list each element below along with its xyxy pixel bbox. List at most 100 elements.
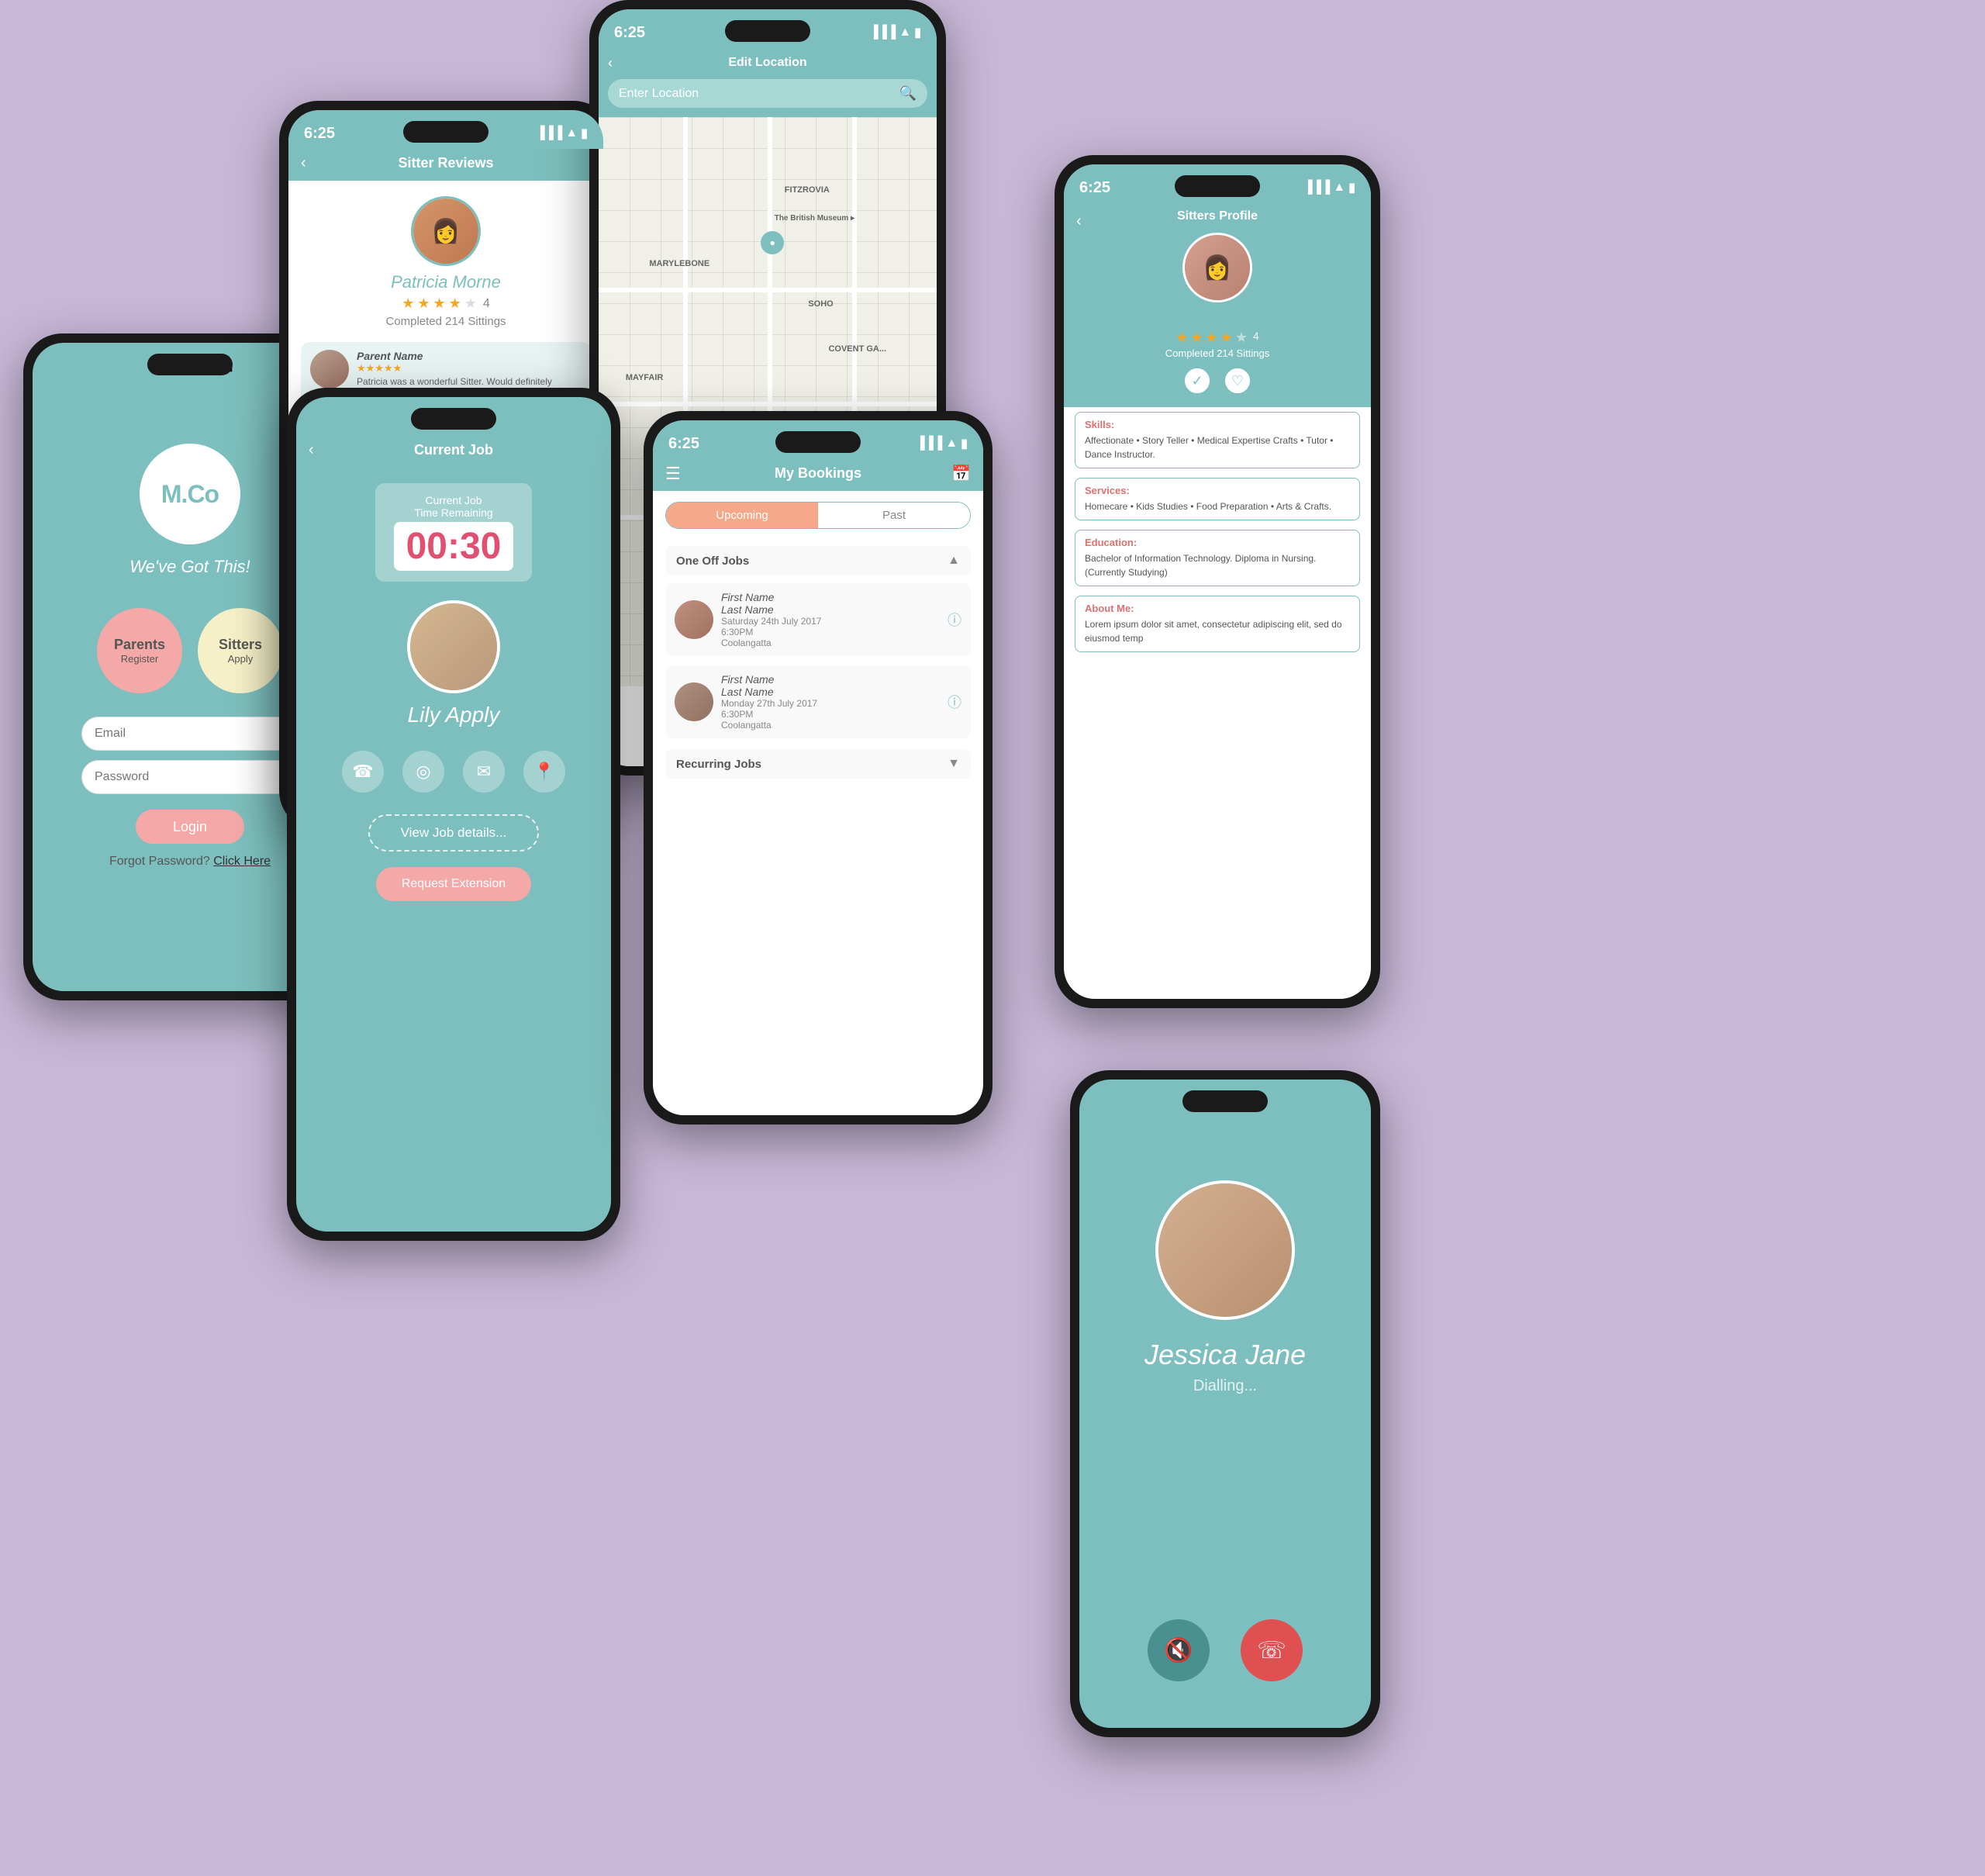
calling-avatar (1155, 1180, 1295, 1320)
timer-label: Current JobTime Remaining (394, 494, 514, 519)
click-here-link[interactable]: Click Here (213, 855, 271, 868)
status-icons-profile: ▐▐▐ ▲ ▮ (1303, 180, 1355, 195)
map-label-soho: SOHO (808, 299, 833, 309)
booking-date-2: Monday 27th July 2017 (721, 698, 940, 709)
map-label-museum: The British Museum ▸ (775, 214, 854, 223)
notch-map (725, 20, 810, 42)
sitter-profile-section: 👩 Patricia Morne ★ ★ ★ ★ ★ 4 Completed 2… (288, 181, 603, 336)
parents-register-button[interactable]: Parents Register (97, 608, 182, 693)
battery-icon-p: ▮ (1348, 180, 1355, 195)
status-time-map: 6:25 (614, 24, 645, 42)
completed-sittings: Completed 214 Sittings (385, 315, 506, 328)
phone-icon-btn[interactable]: ☎ (342, 751, 384, 793)
wifi-icon-m: ▲ (899, 26, 911, 40)
profile-completed: Completed 214 Sittings (1165, 347, 1269, 359)
phone-profile: 6:25 ▐▐▐ ▲ ▮ ‹ Sitters Profile 👩 Patrici… (1055, 155, 1380, 1008)
upcoming-tab[interactable]: Upcoming (666, 503, 818, 528)
location-search-row[interactable]: Enter Location 🔍 (608, 79, 927, 108)
job-top-bar: ‹ Current Job (296, 436, 611, 468)
about-title: About Me: (1085, 603, 1350, 614)
pin-icon-btn[interactable]: 📍 (523, 751, 565, 793)
location-icon-btn[interactable]: ◎ (402, 751, 444, 793)
battery-icon-r: ▮ (581, 126, 588, 141)
review-stars-1: ★★★★★ (357, 362, 582, 375)
past-tab[interactable]: Past (818, 503, 970, 528)
calendar-icon[interactable]: 📅 (951, 464, 971, 483)
message-icon-btn[interactable]: ✉ (463, 751, 505, 793)
profile-rating: ★ ★ ★ ★ ★ 4 (1175, 330, 1259, 346)
back-icon[interactable]: ‹ (301, 154, 306, 172)
reviews-top-bar: ‹ Sitter Reviews (288, 149, 603, 181)
map-back-icon[interactable]: ‹ (608, 55, 613, 71)
rating-row: ★ ★ ★ ★ ★ 4 (402, 295, 490, 312)
mute-button[interactable]: 🔇 (1148, 1619, 1210, 1681)
profile-header-title: Sitters Profile (1177, 209, 1258, 223)
password-field[interactable] (81, 760, 299, 794)
star-1: ★ (402, 295, 414, 312)
profile-verifications: ✓ ♡ (1183, 367, 1251, 395)
bookings-screen: 6:25 ▐▐▐ ▲ ▮ ☰ My Bookings 📅 Upcoming Pa… (653, 420, 983, 1115)
booking-name-1: First NameLast Name (721, 591, 940, 616)
status-icons-reviews: ▐▐▐ ▲ ▮ (536, 126, 588, 141)
profile-back-icon[interactable]: ‹ (1076, 212, 1082, 230)
call-actions: 🔇 ☏ (1148, 1619, 1303, 1681)
caller-name: Jessica Jane (1144, 1339, 1306, 1371)
login-button[interactable]: Login (136, 810, 244, 844)
skills-title: Skills: (1085, 419, 1350, 430)
booking-info-icon-2[interactable]: ⓘ (948, 692, 961, 712)
phone-bookings-inner: 6:25 ▐▐▐ ▲ ▮ ☰ My Bookings 📅 Upcoming Pa… (653, 420, 983, 1115)
booking-location-1: Coolangatta (721, 637, 940, 648)
bookings-tabs: Upcoming Past (665, 502, 971, 529)
calling-screen: 6:25 ▐▐▐ ▲ ▮ Jessica Jane Dialling... 🔇 … (1079, 1080, 1371, 1728)
phone-calling-inner: 6:25 ▐▐▐ ▲ ▮ Jessica Jane Dialling... 🔇 … (1079, 1080, 1371, 1728)
bookings-title: My Bookings (775, 465, 861, 482)
phone-bookings: 6:25 ▐▐▐ ▲ ▮ ☰ My Bookings 📅 Upcoming Pa… (644, 411, 992, 1125)
check-icon-1: ✓ (1183, 367, 1211, 395)
role-buttons: Parents Register Sitters Apply (97, 608, 283, 693)
email-field[interactable] (81, 717, 299, 751)
services-text: Homecare • Kids Studies • Food Preparati… (1085, 499, 1350, 513)
one-off-toggle-icon[interactable]: ▲ (948, 554, 960, 568)
profile-sitter-name: Patricia Morne (1168, 309, 1268, 326)
forgot-password-text: Forgot Password? Click Here (109, 855, 271, 869)
profile-header: ‹ Sitters Profile 👩 Patricia Morne ★ ★ ★… (1064, 203, 1371, 407)
services-title: Services: (1085, 485, 1350, 496)
map-top-row: ‹ Edit Location (608, 53, 927, 73)
one-off-section-header[interactable]: One Off Jobs ▲ (665, 546, 971, 575)
request-extension-button[interactable]: Request Extension (376, 867, 531, 901)
booking-time-2: 6:30PM (721, 709, 940, 720)
pstar-4: ★ (1220, 330, 1233, 346)
booking-info-icon-1[interactable]: ⓘ (948, 610, 961, 630)
sitter-avatar: 👩 (411, 196, 481, 266)
about-text: Lorem ipsum dolor sit amet, consectetur … (1085, 617, 1350, 645)
view-details-button[interactable]: View Job details... (368, 814, 539, 852)
map-search-bar: ‹ Edit Location Enter Location 🔍 (599, 48, 937, 117)
job-back-icon[interactable]: ‹ (309, 441, 314, 459)
map-label-marylebone: MARYLEBONE (649, 259, 709, 268)
sitters-apply-button[interactable]: Sitters Apply (198, 608, 283, 693)
menu-icon[interactable]: ☰ (665, 464, 681, 484)
job-title: Current Job (414, 442, 493, 458)
notch-calling (1182, 1090, 1268, 1112)
recurring-section-header[interactable]: Recurring Jobs ▼ (665, 749, 971, 779)
notch-profile (1175, 175, 1260, 197)
job-screen: 6:25 ▐▐▐ ▲ ▮ ‹ Current Job Current JobTi… (296, 397, 611, 1232)
end-call-button[interactable]: ☏ (1241, 1619, 1303, 1681)
sitter-job-name: Lily Apply (408, 703, 500, 727)
map-title: Edit Location (728, 56, 806, 70)
skills-section: Skills: Affectionate • Story Teller • Me… (1075, 412, 1360, 468)
avatar-img: 👩 (413, 199, 478, 264)
booking-item-2: First NameLast Name Monday 27th July 201… (665, 665, 971, 738)
reviews-title: Sitter Reviews (398, 155, 493, 171)
signal-icon-b: ▐▐▐ (916, 437, 942, 451)
wifi-icon-r: ▲ (565, 126, 578, 140)
pstar-2: ★ (1190, 330, 1203, 346)
booking-location-2: Coolangatta (721, 720, 940, 731)
location-search-input[interactable]: Enter Location (619, 87, 893, 101)
status-time-profile: 6:25 (1079, 179, 1110, 197)
recurring-toggle-icon[interactable]: ▼ (948, 757, 960, 771)
skills-text: Affectionate • Story Teller • Medical Ex… (1085, 434, 1350, 461)
calling-avatar-img (1158, 1183, 1292, 1317)
wifi-icon-p: ▲ (1333, 181, 1345, 195)
map-label-mayfair: MAYFAIR (626, 373, 664, 382)
